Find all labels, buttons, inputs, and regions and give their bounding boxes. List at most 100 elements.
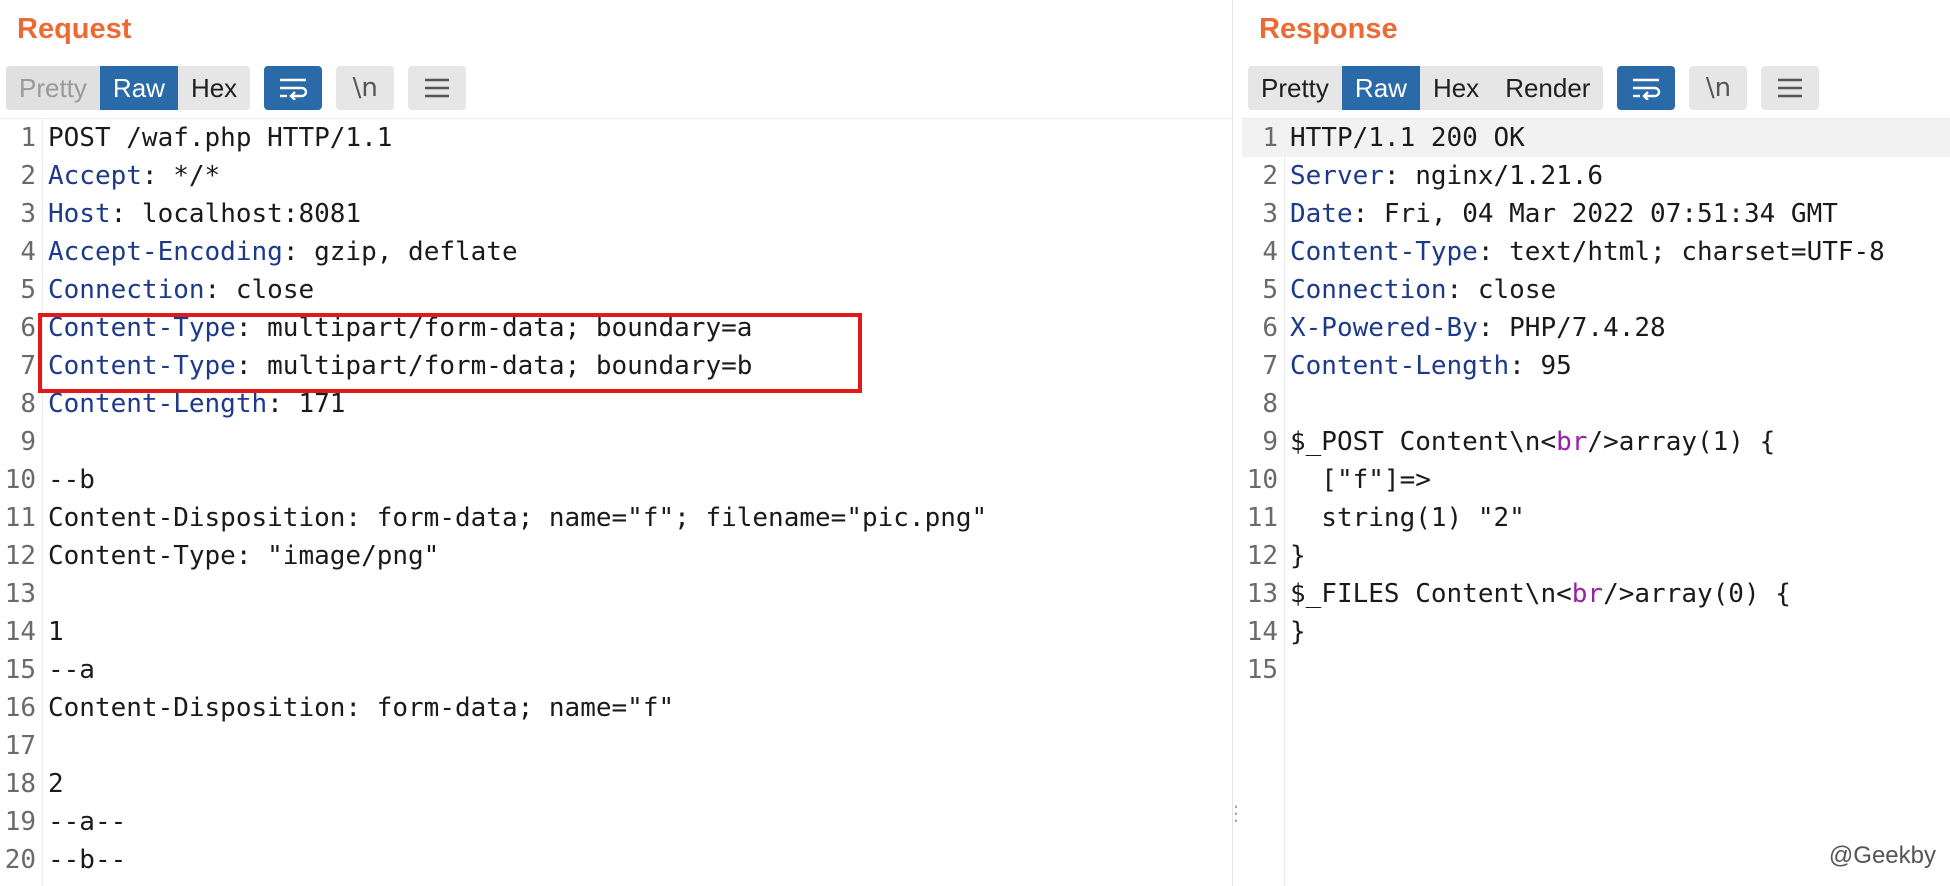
code-line: 8 Content-Length: 171 [0, 385, 1232, 423]
code-line: 1 HTTP/1.1 200 OK [1242, 119, 1950, 157]
newline-icon: \n [1705, 73, 1732, 103]
html-tag-name: br [1556, 427, 1588, 457]
response-wrap-lines-button[interactable] [1617, 66, 1676, 110]
line-number: 17 [4, 731, 36, 761]
request-tab-pretty[interactable]: Pretty [6, 66, 100, 110]
line-text: --b [48, 465, 95, 495]
header-name: Content-Type [48, 313, 236, 343]
code-line: 16 Content-Disposition: form-data; name="… [0, 689, 1232, 727]
line-text: } [1290, 617, 1306, 647]
request-wrap-lines-button[interactable] [264, 66, 323, 110]
line-text: : gzip, deflate [282, 237, 518, 267]
line-content: Content-Disposition: form-data; name="f" [48, 689, 674, 727]
response-view-tabs: Pretty Raw Hex Render [1248, 66, 1604, 110]
request-tab-hex[interactable]: Hex [177, 66, 251, 110]
line-content: Connection: close [48, 271, 314, 309]
watermark: @Geekby [1828, 842, 1936, 869]
line-number: 14 [1246, 617, 1278, 647]
header-name: Connection [48, 275, 205, 305]
header-name: Content-Length [48, 389, 268, 419]
response-header: Response [1242, 0, 1950, 58]
code-line: 18 2 [0, 765, 1232, 803]
code-line: 2 Accept: */* [0, 157, 1232, 195]
line-text: : 95 [1509, 351, 1572, 381]
request-header: Request [0, 0, 1232, 58]
request-menu-button[interactable] [408, 66, 467, 110]
code-line: 3 Host: localhost:8081 [0, 195, 1232, 233]
request-tab-raw[interactable]: Raw [99, 66, 178, 110]
line-text: --b-- [48, 845, 127, 875]
line-content: $_POST Content\n<br/>array(1) { [1290, 423, 1775, 461]
line-number: 9 [1262, 427, 1278, 457]
line-text: $_FILES Content\n< [1290, 579, 1572, 609]
line-number: 5 [20, 275, 36, 305]
line-content: Accept-Encoding: gzip, deflate [48, 233, 518, 271]
line-content: X-Powered-By: PHP/7.4.28 [1290, 309, 1666, 347]
line-text-after-tag: />array(1) { [1587, 427, 1776, 457]
request-editor[interactable]: 1 POST /waf.php HTTP/1.1 2 Accept: */* 3 Host… [0, 118, 1232, 886]
code-line: 12 Content-Type: "image/png" [0, 537, 1232, 575]
line-text: $_POST Content\n< [1290, 427, 1557, 457]
line-content: POST /waf.php HTTP/1.1 [48, 119, 392, 157]
code-line: 8 [1242, 385, 1950, 423]
request-toolbar: Pretty Raw Hex \n [0, 58, 1232, 118]
line-content: Content-Type: multipart/form-data; bound… [48, 309, 752, 347]
response-editor[interactable]: 1 HTTP/1.1 200 OK 2 Server: nginx/1.21.6 3 Da… [1242, 118, 1950, 886]
line-number: 7 [20, 351, 36, 381]
response-menu-button[interactable] [1761, 66, 1820, 110]
request-view-tabs: Pretty Raw Hex [6, 66, 251, 110]
response-title: Response [1259, 12, 1398, 45]
code-line: 13 [0, 575, 1232, 613]
line-number: 2 [1262, 161, 1278, 191]
line-number: 1 [20, 123, 36, 153]
html-tag-name: br [1571, 579, 1604, 609]
code-line: 7 Content-Type: multipart/form-data; boun… [0, 347, 1232, 385]
code-line: 6 Content-Type: multipart/form-data; boun… [0, 309, 1232, 347]
code-line: 19 --a-- [0, 803, 1232, 841]
line-text: --a [48, 655, 95, 685]
response-tab-raw[interactable]: Raw [1341, 66, 1420, 110]
code-line: 10 --b [0, 461, 1232, 499]
line-number: 20 [4, 845, 36, 875]
response-pane: Response Pretty Raw Hex Render \n 1 HTTP… [1242, 0, 1950, 886]
line-content: Accept: */* [48, 157, 220, 195]
line-content: 1 [48, 613, 64, 651]
code-line: 7 Content-Length: 95 [1242, 347, 1950, 385]
line-content: $_FILES Content\n<br/>array(0) { [1290, 575, 1791, 613]
response-tab-render[interactable]: Render [1492, 66, 1604, 110]
code-line: 20 --b-- [0, 841, 1232, 879]
header-name: Accept-Encoding [48, 237, 283, 267]
header-name: Date [1290, 199, 1353, 229]
line-content: Content-Length: 171 [48, 385, 345, 423]
response-newline-button[interactable]: \n [1689, 66, 1748, 110]
line-number: 3 [20, 199, 36, 229]
header-name: Host [48, 199, 111, 229]
line-number: 14 [4, 617, 36, 647]
line-text: : multipart/form-data; boundary=b [235, 351, 753, 381]
response-tab-hex[interactable]: Hex [1419, 66, 1493, 110]
line-number: 10 [4, 465, 36, 495]
line-number: 19 [4, 807, 36, 837]
line-text-after-tag: />array(0) { [1603, 579, 1791, 609]
code-line: 1 POST /waf.php HTTP/1.1 [0, 119, 1232, 157]
line-number: 6 [20, 313, 36, 343]
code-line: 13 $_FILES Content\n<br/>array(0) { [1242, 575, 1950, 613]
line-text: : localhost:8081 [110, 199, 362, 229]
line-content: Content-Disposition: form-data; name="f"… [48, 499, 987, 537]
header-name: Connection [1290, 275, 1447, 305]
line-text: } [1290, 541, 1306, 571]
request-newline-button[interactable]: \n [336, 66, 395, 110]
pane-resize-handle[interactable]: ⋮ [1226, 803, 1246, 844]
line-content: --a-- [48, 803, 126, 841]
code-line: 15 [1242, 651, 1950, 689]
menu-icon [425, 78, 450, 98]
line-number: 2 [20, 161, 36, 191]
line-content: string(1) "2" [1290, 499, 1525, 537]
line-content: Content-Type: text/html; charset=UTF-8 [1290, 233, 1885, 271]
line-content: 2 [48, 765, 64, 803]
line-number: 11 [1246, 503, 1278, 533]
response-tab-pretty[interactable]: Pretty [1248, 66, 1342, 110]
header-name: Content-Type [1290, 237, 1478, 267]
response-toolbar: Pretty Raw Hex Render \n [1242, 58, 1950, 118]
line-number: 6 [1262, 313, 1278, 343]
